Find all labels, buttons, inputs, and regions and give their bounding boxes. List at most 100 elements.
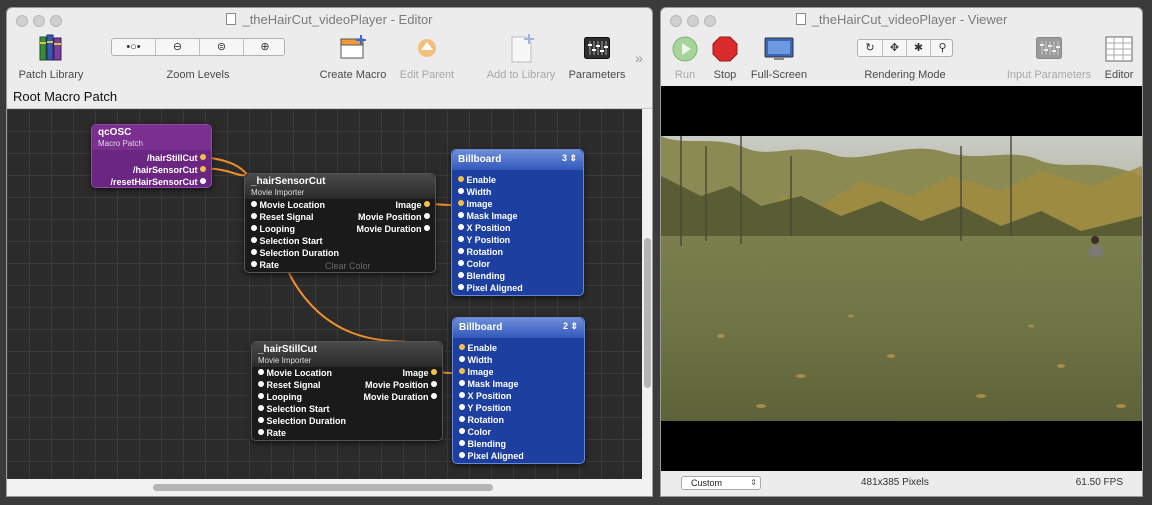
stop-icon bbox=[712, 36, 738, 62]
parameters-label: Parameters bbox=[568, 69, 626, 81]
editor-button[interactable]: Editor bbox=[1099, 32, 1139, 84]
breadcrumb: Root Macro Patch bbox=[13, 89, 118, 104]
magnifier-icon[interactable]: ⚲ bbox=[931, 40, 954, 56]
billboard-patch-layer-2[interactable]: Billboard 2 ⇕ Enable Width Image Mask Im… bbox=[452, 317, 585, 464]
input-port-x-position[interactable]: X Position bbox=[458, 222, 511, 234]
add-to-library-icon bbox=[511, 34, 534, 63]
input-port-width[interactable]: Width bbox=[458, 186, 491, 198]
output-port-resethairsensorcut[interactable]: /resetHairSensorCut bbox=[110, 176, 206, 188]
hair-sensor-cut-patch[interactable]: _hairSensorCut Movie Importer Movie Loca… bbox=[244, 173, 436, 273]
input-port-pixel-aligned[interactable]: Pixel Aligned bbox=[459, 450, 524, 462]
viewer-titlebar[interactable]: _theHairCut_videoPlayer - Viewer bbox=[661, 8, 1142, 30]
patch-library-button[interactable]: Patch Library bbox=[7, 32, 95, 84]
editor-label: Editor bbox=[1104, 69, 1134, 81]
chevron-updown-icon: ⇕ bbox=[750, 478, 757, 487]
input-port-selection-start[interactable]: Selection Start bbox=[251, 235, 323, 247]
output-port-movie-duration[interactable]: Movie Duration bbox=[363, 391, 437, 403]
input-port-looping[interactable]: Looping bbox=[258, 391, 302, 403]
editor-icon bbox=[1105, 36, 1133, 62]
qcosc-patch-name: qcOSC bbox=[98, 127, 132, 138]
input-port-color[interactable]: Color bbox=[458, 258, 490, 270]
bug-icon[interactable]: ✱ bbox=[907, 40, 930, 56]
input-port-blending[interactable]: Blending bbox=[458, 270, 505, 282]
edit-parent-label: Edit Parent bbox=[399, 69, 455, 81]
input-port-enable[interactable]: Enable bbox=[458, 174, 496, 186]
input-port-mask-image[interactable]: Mask Image bbox=[458, 210, 518, 222]
hair-still-cut-name: _hairStillCut bbox=[258, 344, 317, 355]
input-port-color[interactable]: Color bbox=[459, 426, 491, 438]
input-port-movie-location[interactable]: Movie Location bbox=[258, 367, 332, 379]
full-screen-button[interactable]: Full-Screen bbox=[747, 32, 811, 84]
input-port-blending[interactable]: Blending bbox=[459, 438, 506, 450]
qcosc-patch[interactable]: qcOSC Macro Patch /hairStillCut /hairSen… bbox=[91, 124, 212, 188]
rotate-icon[interactable]: ↻ bbox=[858, 40, 882, 56]
output-port-hairstillcut[interactable]: /hairStillCut bbox=[147, 152, 206, 164]
input-port-rate[interactable]: Rate bbox=[258, 427, 286, 439]
input-port-y-position[interactable]: Y Position bbox=[458, 234, 510, 246]
create-macro-icon bbox=[340, 35, 366, 59]
qcosc-patch-type: Macro Patch bbox=[98, 139, 143, 148]
add-to-library-button[interactable]: Add to Library bbox=[477, 32, 565, 84]
input-port-image[interactable]: Image bbox=[459, 366, 494, 378]
parameters-icon bbox=[584, 37, 610, 59]
layer-number[interactable]: 3 ⇕ bbox=[562, 153, 577, 164]
viewer-title: _theHairCut_videoPlayer - Viewer bbox=[811, 12, 1008, 27]
zoom-out-icon[interactable]: ⊖ bbox=[156, 39, 199, 55]
viewer-render-area[interactable] bbox=[661, 86, 1142, 471]
full-screen-label: Full-Screen bbox=[750, 69, 808, 81]
input-port-reset-signal[interactable]: Reset Signal bbox=[258, 379, 321, 391]
output-port-movie-position[interactable]: Movie Position bbox=[365, 379, 437, 391]
zoom-levels-label: Zoom Levels bbox=[166, 69, 230, 81]
input-port-rate[interactable]: Rate bbox=[251, 259, 279, 271]
toolbar-overflow-icon[interactable]: » bbox=[631, 50, 647, 66]
editor-window: _theHairCut_videoPlayer - Editor Patch L… bbox=[7, 8, 652, 496]
zoom-fit-icon[interactable]: •○• bbox=[112, 39, 155, 55]
output-port-movie-duration[interactable]: Movie Duration bbox=[356, 223, 430, 235]
input-parameters-button[interactable]: Input Parameters bbox=[1001, 32, 1097, 84]
hair-sensor-cut-name: _hairSensorCut bbox=[251, 176, 326, 187]
output-port-image[interactable]: Image bbox=[402, 367, 437, 379]
input-port-selection-start[interactable]: Selection Start bbox=[258, 403, 330, 415]
input-port-selection-duration[interactable]: Selection Duration bbox=[251, 247, 339, 259]
zoom-in-icon[interactable]: ⊕ bbox=[244, 39, 286, 55]
input-port-x-position[interactable]: X Position bbox=[459, 390, 512, 402]
move-icon[interactable]: ✥ bbox=[883, 40, 906, 56]
input-port-enable[interactable]: Enable bbox=[459, 342, 497, 354]
create-macro-button[interactable]: Create Macro bbox=[311, 32, 395, 84]
output-port-image[interactable]: Image bbox=[395, 199, 430, 211]
rendering-mode-control: ↻ ✥ ✱ ⚲ Rendering Mode bbox=[857, 32, 953, 84]
stop-button[interactable]: Stop bbox=[707, 32, 743, 84]
input-port-width[interactable]: Width bbox=[459, 354, 492, 366]
run-icon bbox=[672, 36, 698, 62]
input-port-pixel-aligned[interactable]: Pixel Aligned bbox=[458, 282, 523, 294]
zoom-actual-icon[interactable]: ⊜ bbox=[200, 39, 243, 55]
run-label: Run bbox=[674, 69, 696, 81]
horizontal-scroll-thumb[interactable] bbox=[153, 484, 493, 491]
hair-still-cut-patch[interactable]: _hairStillCut Movie Importer Movie Locat… bbox=[251, 341, 443, 441]
input-port-looping[interactable]: Looping bbox=[251, 223, 295, 235]
input-port-rotation[interactable]: Rotation bbox=[459, 414, 504, 426]
patch-library-label: Patch Library bbox=[18, 69, 84, 81]
input-port-reset-signal[interactable]: Reset Signal bbox=[251, 211, 314, 223]
output-port-hairsensorcut[interactable]: /hairSensorCut bbox=[133, 164, 206, 176]
input-port-selection-duration[interactable]: Selection Duration bbox=[258, 415, 346, 427]
layer-number[interactable]: 2 ⇕ bbox=[563, 321, 578, 332]
patch-canvas[interactable]: qcOSC Macro Patch /hairStillCut /hairSen… bbox=[7, 109, 642, 479]
input-port-rotation[interactable]: Rotation bbox=[458, 246, 503, 258]
billboard-name: Billboard bbox=[458, 154, 502, 165]
vertical-scroll-thumb[interactable] bbox=[644, 238, 651, 388]
billboard-patch-layer-3[interactable]: Billboard 3 ⇕ Enable Width Image Mask Im… bbox=[451, 149, 584, 296]
document-icon bbox=[795, 13, 806, 25]
size-mode-select[interactable]: Custom ⇕ bbox=[681, 476, 761, 490]
input-port-mask-image[interactable]: Mask Image bbox=[459, 378, 519, 390]
edit-parent-button[interactable]: Edit Parent bbox=[395, 32, 459, 84]
input-port-movie-location[interactable]: Movie Location bbox=[251, 199, 325, 211]
run-button[interactable]: Run bbox=[667, 32, 703, 84]
editor-title: _theHairCut_videoPlayer - Editor bbox=[242, 12, 433, 27]
output-port-movie-position[interactable]: Movie Position bbox=[358, 211, 430, 223]
ghost-clear-color-label: Clear Color bbox=[325, 261, 371, 271]
parameters-button[interactable]: Parameters bbox=[565, 32, 629, 84]
input-port-image[interactable]: Image bbox=[458, 198, 493, 210]
input-port-y-position[interactable]: Y Position bbox=[459, 402, 511, 414]
editor-titlebar[interactable]: _theHairCut_videoPlayer - Editor bbox=[7, 8, 652, 30]
